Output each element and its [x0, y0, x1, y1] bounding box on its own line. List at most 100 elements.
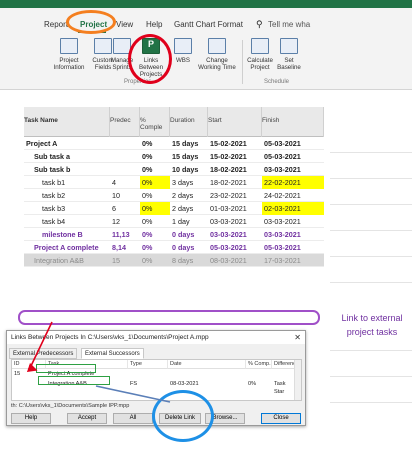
start-cell[interactable]: 08-03-2021 [208, 254, 262, 267]
duration-cell[interactable]: 2 days [170, 189, 208, 202]
tab-view[interactable]: View [116, 20, 133, 29]
table-row[interactable]: Integration A&B 15 0% 8 days 08-03-2021 17-03… [24, 254, 324, 267]
help-button[interactable]: Help [11, 413, 51, 424]
task-name-cell[interactable]: task b1 [24, 176, 110, 189]
percent-complete-cell[interactable]: 0% [140, 254, 170, 267]
close-button[interactable]: Close [261, 413, 301, 424]
start-cell[interactable]: 03-03-2021 [208, 215, 262, 228]
finish-cell[interactable]: 03-03-2021 [262, 228, 324, 241]
start-cell[interactable]: 23-02-2021 [208, 189, 262, 202]
table-row[interactable]: Sub task b 0% 10 days 18-02-2021 03-03-2021 [24, 163, 324, 176]
duration-cell[interactable]: 0 days [170, 228, 208, 241]
col-start[interactable]: Start [208, 107, 262, 137]
col-percent-complete[interactable]: % Comple [140, 107, 170, 137]
percent-complete-cell[interactable]: 0% [140, 176, 170, 189]
accept-button[interactable]: Accept [67, 413, 107, 424]
predecessors-cell[interactable]: 10 [110, 189, 140, 202]
percent-complete-cell[interactable]: 0% [140, 241, 170, 254]
finish-cell[interactable]: 02-03-2021 [262, 202, 324, 215]
task-name-cell[interactable]: Sub task b [24, 163, 110, 176]
table-row[interactable]: milestone B 11,13 0% 0 days 03-03-2021 03-03-… [24, 228, 324, 241]
tab-gantt-chart-format[interactable]: Gantt Chart Format [174, 20, 243, 29]
tell-me-search[interactable]: Tell me wha [268, 20, 310, 29]
task-name-cell[interactable]: Integration A&B [24, 254, 110, 267]
col-finish[interactable]: Finish [262, 107, 324, 137]
wbs-button[interactable]: WBS [170, 38, 196, 84]
duration-cell[interactable]: 1 day [170, 215, 208, 228]
tab-external-successors[interactable]: External Successors [81, 348, 144, 359]
finish-cell[interactable]: 22-02-2021 [262, 176, 324, 189]
project-information-button[interactable]: Project Information [50, 38, 88, 84]
col-duration[interactable]: Duration [170, 107, 208, 137]
finish-cell[interactable]: 05-03-2021 [262, 150, 324, 163]
table-row[interactable]: task b3 6 0% 2 days 01-03-2021 02-03-2021 [24, 202, 324, 215]
table-row[interactable]: Sub task a 0% 15 days 15-02-2021 05-03-2021 [24, 150, 324, 163]
finish-cell[interactable]: 05-03-2021 [262, 241, 324, 254]
tab-report[interactable]: Report [44, 20, 68, 29]
percent-complete-cell[interactable]: 0% [140, 202, 170, 215]
duration-cell[interactable]: 3 days [170, 176, 208, 189]
table-row[interactable]: Project A complete 8,14 0% 0 days 05-03-2021… [24, 241, 324, 254]
table-row[interactable]: task b4 12 0% 1 day 03-03-2021 03-03-2021 [24, 215, 324, 228]
calculate-project-button[interactable]: Calculate Project [244, 38, 276, 84]
col-task-name[interactable]: Task Name [24, 107, 110, 137]
start-cell[interactable]: 03-03-2021 [208, 228, 262, 241]
predecessors-cell[interactable]: 15 [110, 254, 140, 267]
predecessors-cell[interactable]: 4 [110, 176, 140, 189]
predecessors-cell[interactable] [110, 150, 140, 163]
start-cell[interactable]: 15-02-2021 [208, 150, 262, 163]
dialog-scrollbar[interactable] [294, 360, 301, 400]
task-name-cell[interactable]: milestone B [24, 228, 110, 241]
set-baseline-button[interactable]: Set Baseline [274, 38, 304, 84]
predecessors-cell[interactable]: 8,14 [110, 241, 140, 254]
all-button[interactable]: All [113, 413, 153, 424]
start-cell[interactable]: 15-02-2021 [208, 137, 262, 150]
task-name-cell[interactable]: Sub task a [24, 150, 110, 163]
finish-cell[interactable]: 05-03-2021 [262, 137, 324, 150]
ribbon-title-strip [0, 0, 412, 8]
start-cell[interactable]: 18-02-2021 [208, 163, 262, 176]
duration-cell[interactable]: 15 days [170, 150, 208, 163]
predecessors-cell[interactable]: 12 [110, 215, 140, 228]
predecessors-cell[interactable]: 6 [110, 202, 140, 215]
percent-complete-cell[interactable]: 0% [140, 150, 170, 163]
start-cell[interactable]: 05-03-2021 [208, 241, 262, 254]
task-name-cell[interactable]: task b3 [24, 202, 110, 215]
percent-complete-cell[interactable]: 0% [140, 137, 170, 150]
finish-cell[interactable]: 03-03-2021 [262, 163, 324, 176]
duration-cell[interactable]: 15 days [170, 137, 208, 150]
task-name-cell[interactable]: task b2 [24, 189, 110, 202]
project-info-icon [60, 38, 78, 54]
task-name-cell[interactable]: Project A [24, 137, 110, 150]
finish-cell[interactable]: 17-03-2021 [262, 254, 324, 267]
table-row[interactable]: Project A 0% 15 days 15-02-2021 05-03-2021 [24, 137, 324, 150]
col-predecessors[interactable]: Predec [110, 107, 140, 137]
dialog-cell-date: 08-03-2021 [170, 381, 199, 387]
start-cell[interactable]: 01-03-2021 [208, 202, 262, 215]
duration-cell[interactable]: 10 days [170, 163, 208, 176]
task-name-cell[interactable]: Project A complete [24, 241, 110, 254]
percent-complete-cell[interactable]: 0% [140, 189, 170, 202]
predecessors-cell[interactable] [110, 137, 140, 150]
predecessors-cell[interactable] [110, 163, 140, 176]
percent-complete-cell[interactable]: 0% [140, 163, 170, 176]
predecessors-cell[interactable]: 11,13 [110, 228, 140, 241]
percent-complete-cell[interactable]: 0% [140, 215, 170, 228]
dialog-title: Links Between Projects In C:\Users\vks_1… [7, 331, 305, 344]
duration-cell[interactable]: 2 days [170, 202, 208, 215]
change-working-time-button[interactable]: Change Working Time [196, 38, 238, 84]
search-icon[interactable]: ⚲ [256, 19, 263, 30]
duration-cell[interactable]: 0 days [170, 241, 208, 254]
finish-cell[interactable]: 03-03-2021 [262, 215, 324, 228]
table-row[interactable]: task b1 4 0% 3 days 18-02-2021 22-02-2021 [24, 176, 324, 189]
tab-external-predecessors[interactable]: External Predecessors [9, 348, 78, 359]
gantt-gridline [330, 282, 412, 283]
finish-cell[interactable]: 24-02-2021 [262, 189, 324, 202]
start-cell[interactable]: 18-02-2021 [208, 176, 262, 189]
percent-complete-cell[interactable]: 0% [140, 228, 170, 241]
task-name-cell[interactable]: task b4 [24, 215, 110, 228]
duration-cell[interactable]: 8 days [170, 254, 208, 267]
table-row[interactable]: task b2 10 0% 2 days 23-02-2021 24-02-2021 [24, 189, 324, 202]
tab-help[interactable]: Help [146, 20, 162, 29]
close-icon[interactable]: ✕ [294, 331, 301, 344]
